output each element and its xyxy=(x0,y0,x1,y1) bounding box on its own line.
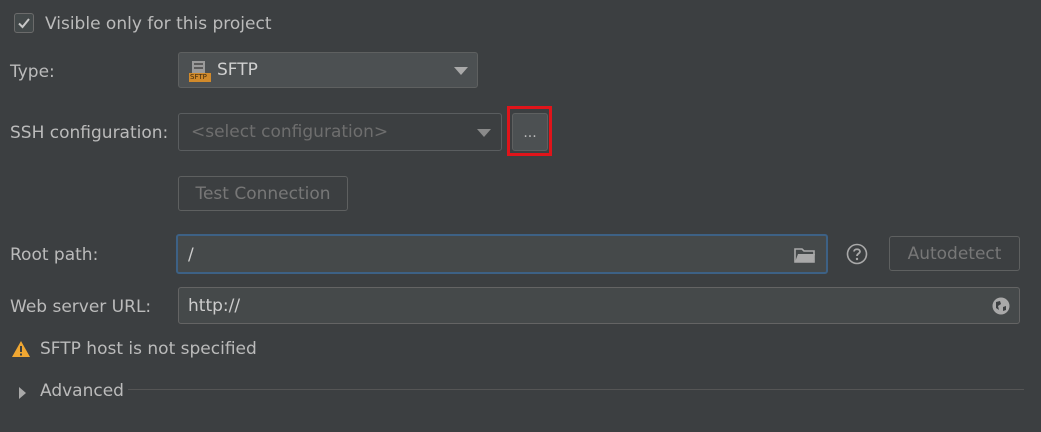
advanced-toggle-label[interactable]: Advanced xyxy=(40,381,124,401)
ssh-configuration-label: SSH configuration: xyxy=(10,123,169,143)
type-value: SFTP xyxy=(217,60,258,80)
root-path-label: Root path: xyxy=(10,245,99,265)
checkmark-icon xyxy=(18,18,30,29)
web-server-url-input[interactable]: http:// xyxy=(178,287,1020,324)
type-dropdown[interactable]: SFTP SFTP xyxy=(178,52,478,88)
autodetect-button[interactable]: Autodetect xyxy=(889,236,1020,271)
sftp-icon: SFTP xyxy=(189,60,211,82)
web-server-url-value: http:// xyxy=(188,296,241,316)
folder-icon[interactable] xyxy=(794,246,816,269)
globe-icon[interactable] xyxy=(991,296,1011,321)
ssh-configuration-dropdown[interactable]: <select configuration> xyxy=(178,113,502,151)
help-icon[interactable] xyxy=(846,243,868,270)
web-server-url-label: Web server URL: xyxy=(10,297,152,317)
type-label: Type: xyxy=(10,62,55,82)
visible-only-checkbox[interactable] xyxy=(14,13,34,33)
advanced-separator xyxy=(128,389,1024,390)
triangle-right-icon[interactable] xyxy=(18,384,28,404)
ssh-configuration-placeholder: <select configuration> xyxy=(191,122,389,142)
chevron-down-icon xyxy=(477,129,491,137)
highlight-box xyxy=(507,106,552,156)
test-connection-button[interactable]: Test Connection xyxy=(178,176,348,211)
root-path-input[interactable]: / xyxy=(176,234,828,274)
warning-text: SFTP host is not specified xyxy=(40,339,257,359)
root-path-value: / xyxy=(188,245,194,265)
chevron-down-icon xyxy=(454,67,468,75)
visible-only-label: Visible only for this project xyxy=(45,14,272,34)
warning-icon xyxy=(11,340,31,363)
